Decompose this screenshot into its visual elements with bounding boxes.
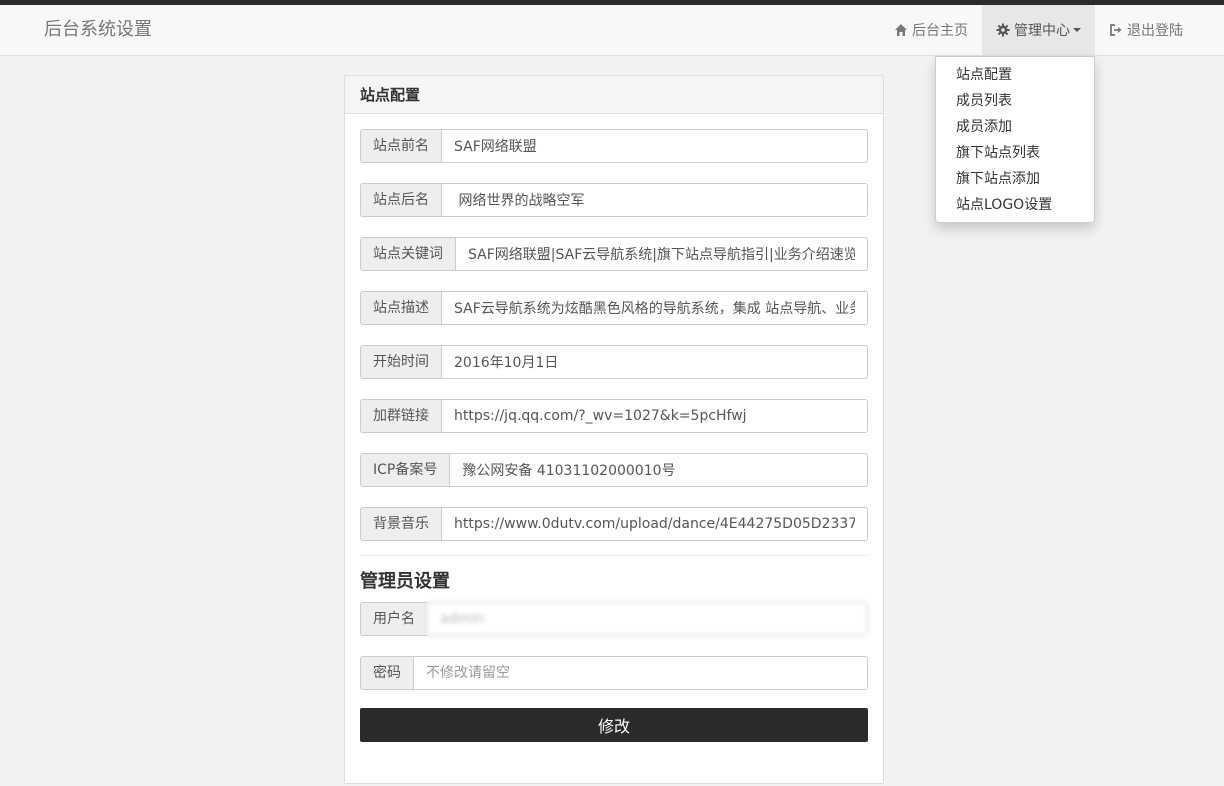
site-description-label: 站点描述 bbox=[360, 291, 441, 325]
section-divider bbox=[360, 555, 868, 556]
menu-item-member-list[interactable]: 成员列表 bbox=[936, 88, 1094, 114]
username-label: 用户名 bbox=[360, 602, 427, 636]
menu-item-site-config[interactable]: 站点配置 bbox=[936, 62, 1094, 88]
password-group: 密码 bbox=[360, 656, 868, 690]
nav-logout-link[interactable]: 退出登陆 bbox=[1095, 5, 1197, 55]
nav-home-label: 后台主页 bbox=[912, 23, 968, 39]
navbar-brand[interactable]: 后台系统设置 bbox=[44, 5, 152, 55]
password-label: 密码 bbox=[360, 656, 413, 690]
start-date-label: 开始时间 bbox=[360, 345, 441, 379]
site-suffix-group: 站点后名 bbox=[360, 183, 868, 217]
background-music-input[interactable] bbox=[441, 507, 868, 541]
site-keywords-group: 站点关键词 bbox=[360, 237, 868, 271]
menu-item-substation-add[interactable]: 旗下站点添加 bbox=[936, 166, 1094, 192]
start-date-input[interactable] bbox=[441, 345, 868, 379]
password-input[interactable] bbox=[413, 656, 868, 690]
menu-item-member-add[interactable]: 成员添加 bbox=[936, 114, 1094, 140]
gear-icon bbox=[996, 23, 1010, 37]
site-suffix-label: 站点后名 bbox=[360, 183, 441, 217]
group-link-input[interactable] bbox=[441, 399, 868, 433]
nav-admin-center-label: 管理中心 bbox=[1014, 23, 1070, 39]
site-keywords-input[interactable] bbox=[455, 237, 868, 271]
site-prefix-group: 站点前名 bbox=[360, 129, 868, 163]
navbar-links: 后台主页 管理中心 退出登陆 bbox=[880, 5, 1197, 55]
icp-number-input[interactable] bbox=[449, 453, 868, 487]
site-description-group: 站点描述 bbox=[360, 291, 868, 325]
menu-item-substation-list[interactable]: 旗下站点列表 bbox=[936, 140, 1094, 166]
group-link-group: 加群链接 bbox=[360, 399, 868, 433]
site-suffix-input[interactable] bbox=[441, 183, 868, 217]
username-input[interactable] bbox=[427, 602, 868, 636]
panel-body: 站点前名 站点后名 站点关键词 站点描述 开始时间 加群链接 ICP备案号 bbox=[345, 114, 883, 742]
group-link-label: 加群链接 bbox=[360, 399, 441, 433]
username-group: 用户名 bbox=[360, 602, 868, 636]
home-icon bbox=[894, 23, 908, 37]
navbar: 后台系统设置 后台主页 管理中心 退出登陆 bbox=[0, 5, 1224, 56]
nav-admin-center-toggle[interactable]: 管理中心 bbox=[982, 5, 1095, 55]
nav-logout-label: 退出登陆 bbox=[1127, 23, 1183, 39]
icp-number-label: ICP备案号 bbox=[360, 453, 450, 487]
nav-home-link[interactable]: 后台主页 bbox=[880, 5, 982, 55]
site-config-panel: 站点配置 站点前名 站点后名 站点关键词 站点描述 开始时间 加群链接 ICP备… bbox=[344, 75, 884, 784]
logout-icon bbox=[1109, 23, 1123, 37]
site-prefix-label: 站点前名 bbox=[360, 129, 441, 163]
site-keywords-label: 站点关键词 bbox=[360, 237, 455, 271]
caret-down-icon bbox=[1073, 28, 1081, 32]
admin-center-dropdown-menu: 站点配置 成员列表 成员添加 旗下站点列表 旗下站点添加 站点LOGO设置 bbox=[935, 56, 1095, 223]
admin-settings-title: 管理员设置 bbox=[360, 571, 450, 592]
icp-number-group: ICP备案号 bbox=[360, 453, 868, 487]
panel-heading: 站点配置 bbox=[345, 76, 883, 114]
site-description-input[interactable] bbox=[441, 291, 868, 325]
site-prefix-input[interactable] bbox=[441, 129, 868, 163]
start-date-group: 开始时间 bbox=[360, 345, 868, 379]
background-music-group: 背景音乐 bbox=[360, 507, 868, 541]
background-music-label: 背景音乐 bbox=[360, 507, 441, 541]
submit-button[interactable]: 修改 bbox=[360, 708, 868, 742]
menu-item-logo-settings[interactable]: 站点LOGO设置 bbox=[936, 192, 1094, 218]
